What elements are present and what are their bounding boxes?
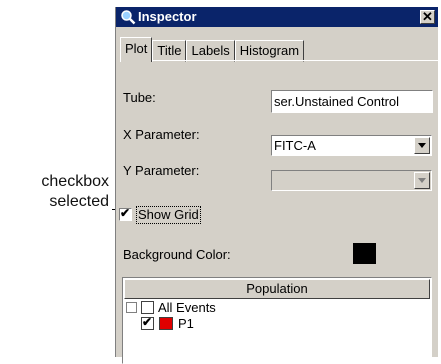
magnifier-icon	[121, 10, 136, 25]
population-label-p1: P1	[178, 316, 194, 331]
callout-line-2: selected	[49, 193, 109, 210]
chevron-down-icon	[418, 178, 426, 183]
tab-panel-edge	[120, 60, 438, 61]
x-parameter-label: X Parameter:	[123, 127, 200, 142]
x-parameter-value: FITC-A	[274, 138, 316, 153]
tree-node-box	[126, 302, 137, 313]
tab-strip: Plot Title Labels Histogram	[120, 37, 305, 62]
tab-plot[interactable]: Plot	[120, 37, 153, 62]
chevron-down-icon	[418, 143, 426, 148]
checkmark-icon: ✔	[142, 315, 153, 329]
callout-line-1: checkbox	[41, 173, 109, 190]
checkmark-icon: ✔	[120, 206, 131, 220]
tab-title[interactable]: Title	[152, 40, 187, 62]
title-bar: Inspector ✕	[116, 7, 438, 27]
window-title: Inspector	[138, 9, 197, 24]
inspector-window: Inspector ✕ Plot Title Labels Histogram …	[115, 7, 438, 364]
show-grid-checkbox[interactable]: ✔	[119, 206, 132, 221]
tab-labels[interactable]: Labels	[186, 40, 235, 62]
x-parameter-dropdown-button[interactable]	[414, 137, 430, 154]
close-button[interactable]: ✕	[420, 10, 435, 24]
population-checkbox-p1[interactable]: ✔	[141, 315, 154, 330]
y-parameter-dropdown-button	[414, 172, 430, 189]
annotation-callout: checkbox selected	[41, 172, 109, 212]
population-list: Population All Events ✔ P1	[122, 277, 432, 364]
tube-label: Tube:	[123, 90, 156, 105]
population-color-swatch-p1[interactable]	[159, 317, 173, 330]
background-color-swatch[interactable]	[353, 243, 376, 264]
tab-histogram[interactable]: Histogram	[234, 40, 305, 62]
tube-field[interactable]: ser.Unstained Control	[271, 90, 433, 113]
x-parameter-select[interactable]: FITC-A	[271, 135, 432, 156]
population-label-all-events: All Events	[158, 300, 216, 315]
population-column-header[interactable]: Population	[124, 279, 430, 299]
background-color-label: Background Color:	[123, 247, 231, 262]
y-parameter-select	[271, 170, 432, 191]
y-parameter-label: Y Parameter:	[123, 163, 200, 178]
show-grid-label[interactable]: Show Grid	[136, 206, 201, 224]
population-checkbox-all-events[interactable]	[141, 301, 154, 314]
